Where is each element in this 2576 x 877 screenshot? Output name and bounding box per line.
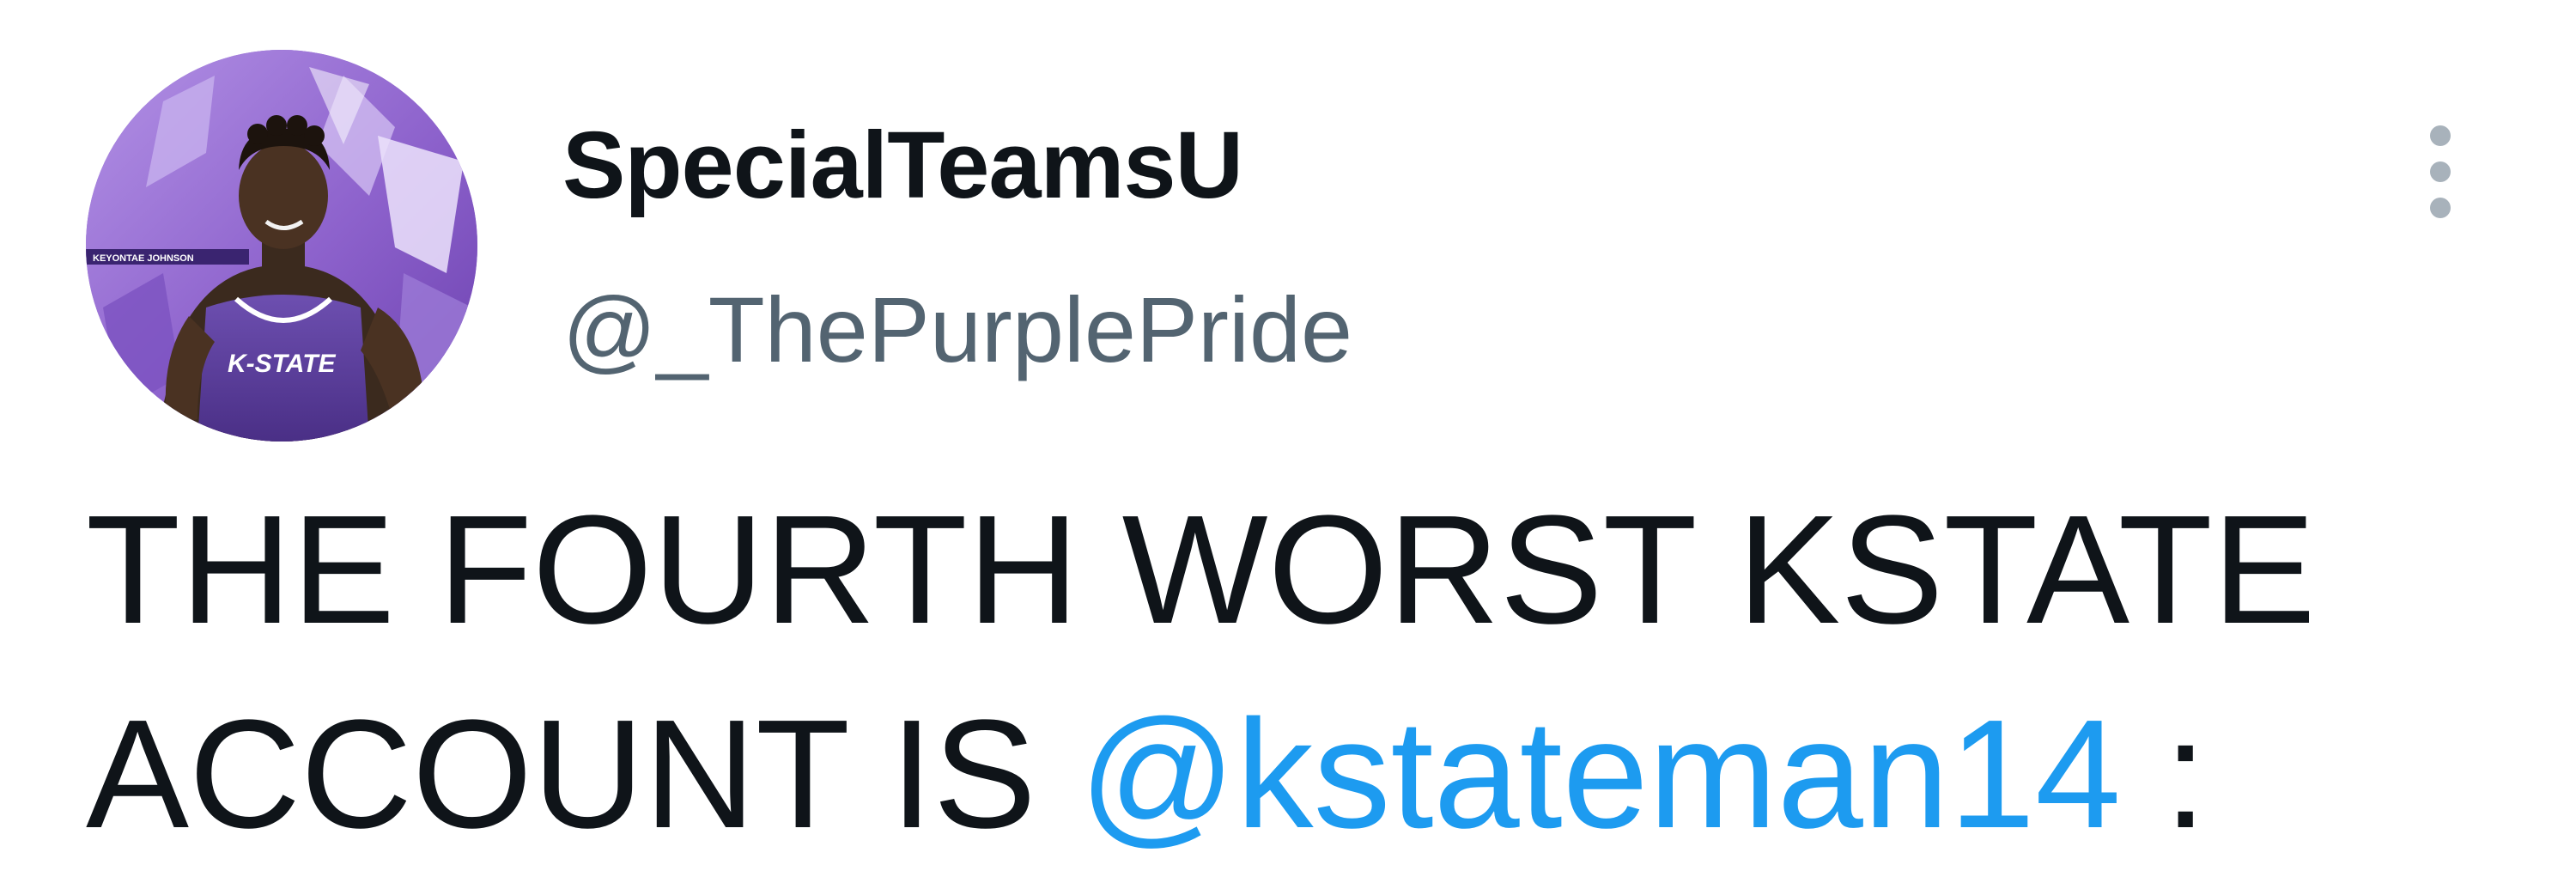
more-icon-dot — [2430, 161, 2451, 182]
tweet-text-prefix: ACCOUNT IS — [86, 688, 1079, 861]
author-handle[interactable]: @_ThePurplePride — [562, 283, 1352, 376]
avatar-image: KEYONTAE JOHNSON K-STATE — [86, 50, 477, 442]
avatar-jersey-text: K-STATE — [228, 350, 337, 378]
author-avatar[interactable]: KEYONTAE JOHNSON K-STATE — [86, 50, 477, 442]
tweet-text: THE FOURTH WORST KSTATE ACCOUNT IS @ksta… — [86, 468, 2404, 877]
author-display-name[interactable]: SpecialTeamsU — [562, 119, 1243, 213]
tweet-text-line-2: ACCOUNT IS @kstateman14 : — [86, 673, 2404, 877]
more-icon-dot — [2430, 198, 2451, 218]
more-options-button[interactable] — [2415, 120, 2466, 223]
avatar-banner-text: KEYONTAE JOHNSON — [93, 253, 194, 264]
tweet: KEYONTAE JOHNSON K-STATE SpecialTeamsU @… — [0, 0, 2576, 861]
tweet-text-suffix: : — [2121, 688, 2208, 861]
tweet-text-line-1: THE FOURTH WORST KSTATE — [86, 484, 2316, 656]
mention-link[interactable]: @kstateman14 — [1079, 688, 2121, 861]
more-icon-dot — [2430, 125, 2451, 146]
